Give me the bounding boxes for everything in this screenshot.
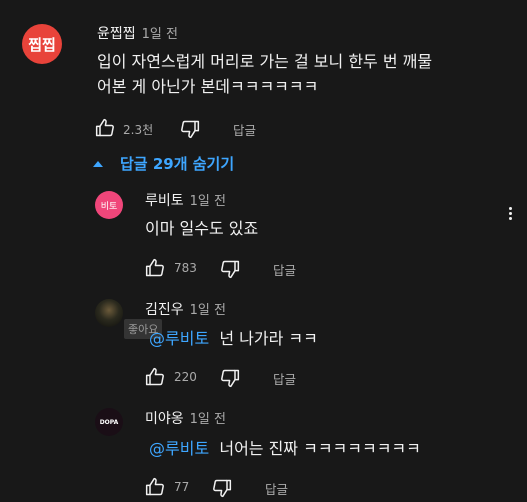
reply-button[interactable]: 답글: [273, 369, 296, 388]
thumbs-down-icon: [221, 369, 240, 388]
reply-time[interactable]: 1일 전: [190, 194, 226, 209]
like-count: 2.3천: [123, 123, 154, 137]
thumbs-down-icon: [213, 479, 232, 498]
reply-text: @루비토 너어는 진짜 ㅋㅋㅋㅋㅋㅋㅋㅋ: [149, 436, 421, 461]
avatar-text: 비토: [100, 201, 118, 212]
comment-time[interactable]: 1일 전: [142, 27, 178, 42]
reply-text-content: 넌 나가라 ㅋㅋ: [219, 329, 318, 348]
comment-text-line: 어본 게 아닌가 본데ㅋㅋㅋㅋㅋㅋ: [97, 77, 319, 96]
reply-button[interactable]: 답글: [233, 120, 256, 139]
reply-author[interactable]: 김진우: [145, 302, 184, 318]
comment-author[interactable]: 윤찝찝: [97, 26, 136, 42]
reply-text: 이마 일수도 있죠: [145, 219, 259, 238]
like-button[interactable]: [145, 477, 165, 497]
reply-time[interactable]: 1일 전: [190, 303, 226, 318]
reply-button[interactable]: 답글: [265, 479, 288, 498]
more-actions-button[interactable]: [505, 205, 515, 222]
caret-up-icon: [93, 160, 103, 167]
mention-link[interactable]: @루비토: [149, 329, 209, 348]
like-count: 77: [174, 480, 190, 494]
like-button[interactable]: [95, 118, 115, 138]
like-count: 783: [174, 261, 197, 275]
thumbs-down-icon: [181, 120, 200, 139]
comment-text-line: 입이 자연스럽게 머리로 가는 걸 보니 한두 번 깨물: [97, 52, 433, 71]
avatar[interactable]: DOPA: [95, 408, 123, 436]
like-button[interactable]: [145, 258, 165, 278]
comment-text: 입이 자연스럽게 머리로 가는 걸 보니 한두 번 깨물 어본 게 아닌가 본데…: [97, 49, 432, 99]
reply-author[interactable]: 루비토: [145, 193, 184, 209]
thumbs-up-icon: [95, 118, 114, 137]
dislike-button[interactable]: [220, 259, 240, 279]
mention-link[interactable]: @루비토: [149, 439, 209, 458]
thumbs-up-icon: [145, 477, 164, 496]
avatar-text: DOPA: [99, 418, 119, 426]
like-button[interactable]: [145, 367, 165, 387]
thumbs-down-icon: [221, 260, 240, 279]
dislike-button[interactable]: [220, 368, 240, 388]
reply-header: 김진우 1일 전: [145, 299, 226, 319]
reply-author[interactable]: 미야옹: [145, 411, 184, 427]
hide-replies-label: 답글 29개 숨기기: [120, 155, 235, 173]
reply-header: 미야옹 1일 전: [145, 408, 226, 428]
dislike-button[interactable]: [180, 119, 200, 139]
dislike-button[interactable]: [212, 478, 232, 498]
reply-button[interactable]: 답글: [273, 260, 296, 279]
reply-header: 루비토 1일 전: [145, 190, 226, 210]
thumbs-up-icon: [145, 258, 164, 277]
avatar[interactable]: [95, 299, 123, 327]
reply-text-content: 너어는 진짜 ㅋㅋㅋㅋㅋㅋㅋㅋ: [219, 439, 421, 458]
thumbs-up-icon: [145, 367, 164, 386]
like-count: 220: [174, 370, 197, 384]
comment-header: 윤찝찝 1일 전: [97, 23, 178, 43]
avatar[interactable]: 비토: [95, 191, 123, 219]
reply-time[interactable]: 1일 전: [190, 412, 226, 427]
reply-text: @루비토 넌 나가라 ㅋㅋ: [149, 326, 318, 351]
hide-replies-toggle[interactable]: 답글 29개 숨기기: [92, 153, 234, 174]
avatar-text: 찝찝: [28, 35, 56, 54]
avatar[interactable]: 찝찝: [22, 24, 62, 64]
